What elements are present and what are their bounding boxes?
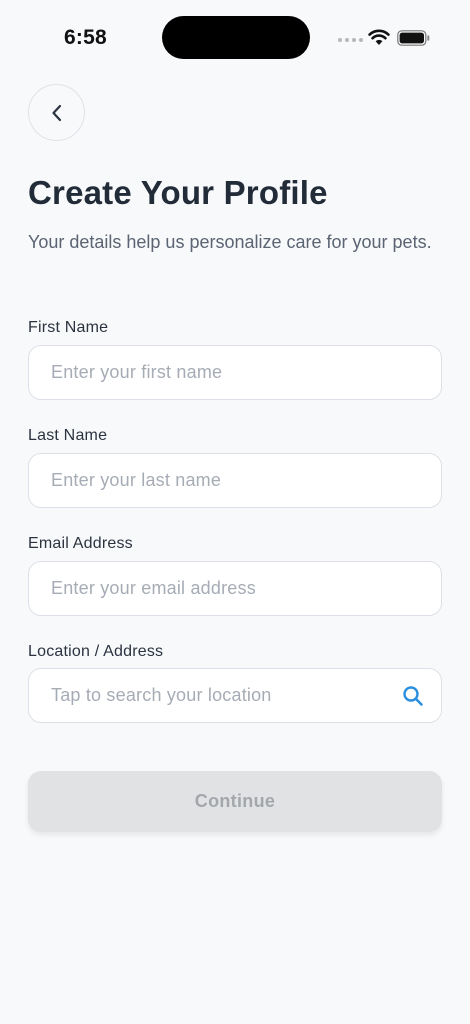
chevron-left-icon xyxy=(51,104,61,121)
wifi-icon xyxy=(368,29,390,45)
continue-button[interactable]: Continue xyxy=(28,771,442,832)
back-button[interactable] xyxy=(28,84,85,141)
location-search-field[interactable]: Tap to search your location xyxy=(28,668,442,723)
last-name-input[interactable] xyxy=(28,453,442,508)
cellular-signal-icon xyxy=(338,38,363,42)
location-placeholder: Tap to search your location xyxy=(51,685,272,705)
battery-icon xyxy=(397,30,430,46)
location-label: Location / Address xyxy=(28,643,164,660)
last-name-label: Last Name xyxy=(28,427,108,444)
first-name-label: First Name xyxy=(28,319,109,336)
search-icon[interactable] xyxy=(401,684,425,708)
profile-screen: 6:58 Create Your Profile Your details he… xyxy=(0,0,470,1024)
email-label: Email Address xyxy=(28,535,133,552)
status-time: 6:58 xyxy=(64,26,107,49)
page-subtitle: Your details help us personalize care fo… xyxy=(28,232,432,252)
first-name-input[interactable] xyxy=(28,345,442,400)
email-input[interactable] xyxy=(28,561,442,616)
dynamic-island xyxy=(162,16,310,59)
page-title: Create Your Profile xyxy=(28,174,328,211)
